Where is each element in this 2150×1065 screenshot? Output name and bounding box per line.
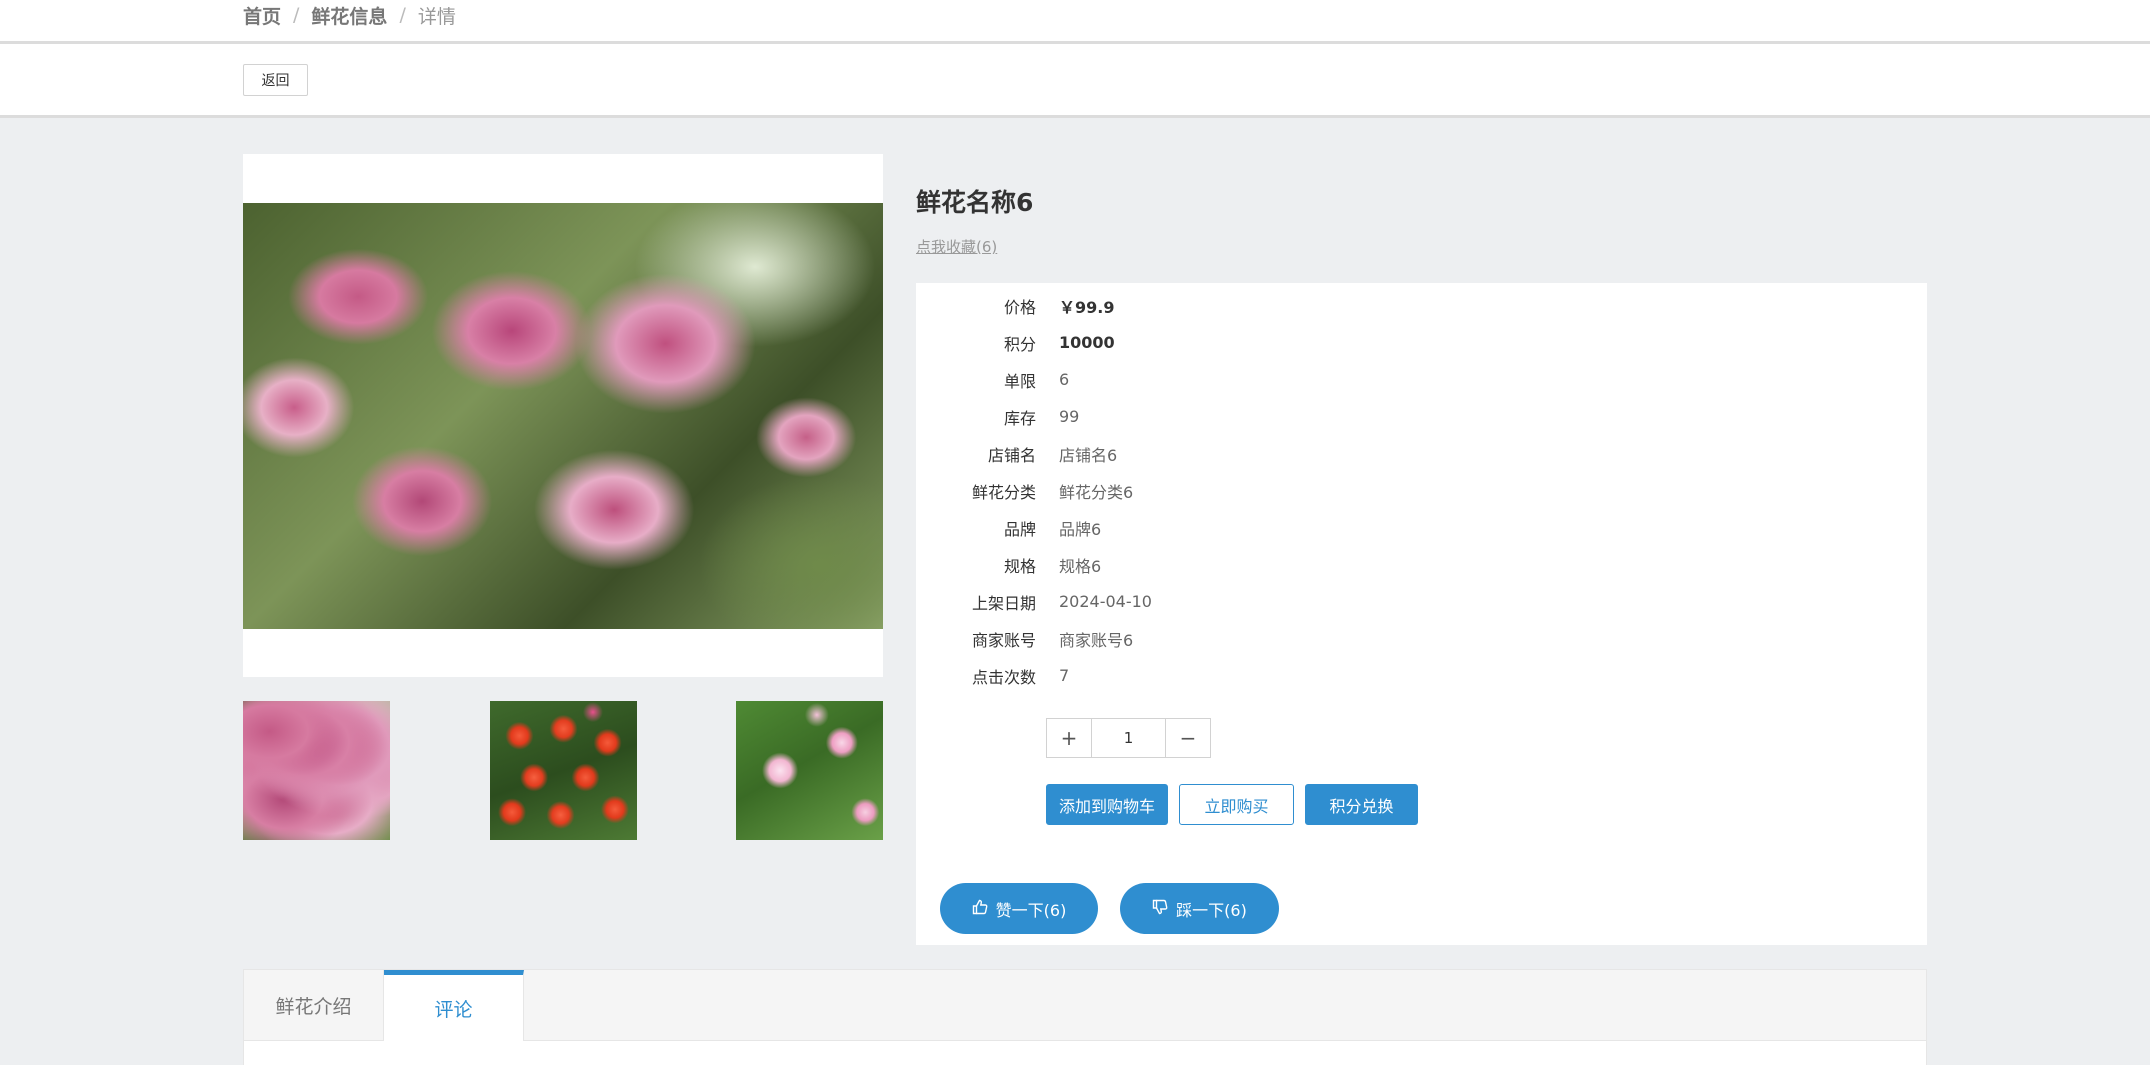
thumbs-down-icon (1152, 899, 1168, 919)
info-value: 2024-04-10 (1059, 592, 1152, 611)
info-value: 店铺名6 (1059, 445, 1118, 465)
info-label: 单限 (1003, 371, 1036, 391)
tab-flower-intro[interactable]: 鲜花介绍 (244, 970, 384, 1041)
info-label: 鲜花分类 (971, 482, 1036, 502)
quantity-input[interactable] (1092, 719, 1165, 757)
buy-now-button[interactable]: 立即购买 (1179, 784, 1294, 825)
favorite-link[interactable]: 点我收藏(6) (916, 236, 997, 257)
info-label: 上架日期 (971, 593, 1036, 613)
thumbnail-2[interactable] (490, 701, 637, 840)
info-value: 品牌6 (1059, 519, 1102, 539)
breadcrumb-current: 详情 (417, 5, 456, 28)
product-title: 鲜花名称6 (916, 188, 1034, 217)
info-label: 积分 (1003, 334, 1036, 354)
tab-content (244, 1041, 1926, 1065)
tab-comments[interactable]: 评论 (384, 970, 524, 1042)
like-label: 赞一下(6) (995, 900, 1067, 920)
info-value: ￥99.9 (1059, 297, 1115, 317)
info-label: 规格 (1003, 556, 1036, 576)
breadcrumb-separator: / (293, 4, 300, 26)
info-value: 鲜花分类6 (1059, 482, 1134, 502)
main-image-frame (243, 154, 883, 677)
thumbs-up-icon (972, 899, 988, 919)
dislike-button[interactable]: 踩一下(6) (1120, 883, 1279, 934)
info-value: 商家账号6 (1059, 630, 1134, 650)
info-label: 价格 (1003, 297, 1036, 317)
thumbnail-1[interactable] (243, 701, 390, 840)
info-value: 规格6 (1059, 556, 1102, 576)
info-label: 店铺名 (987, 445, 1036, 465)
add-to-cart-button[interactable]: 添加到购物车 (1046, 784, 1168, 825)
breadcrumb-section[interactable]: 鲜花信息 (311, 2, 387, 29)
info-value: 99 (1059, 407, 1080, 426)
like-button[interactable]: 赞一下(6) (940, 883, 1098, 934)
action-bar: 返回 (0, 44, 2150, 118)
quantity-decrease-button[interactable]: − (1165, 719, 1210, 757)
quantity-stepper: + − (1046, 718, 1211, 758)
back-button[interactable]: 返回 (243, 64, 308, 96)
quantity-increase-button[interactable]: + (1047, 719, 1092, 757)
info-value: 10000 (1059, 333, 1115, 352)
thumbnail-3[interactable] (736, 701, 883, 840)
breadcrumb-home[interactable]: 首页 (243, 2, 281, 29)
info-label: 品牌 (1003, 519, 1036, 539)
detail-tabs: 鲜花介绍 评论 (243, 969, 1927, 1065)
dislike-label: 踩一下(6) (1176, 900, 1247, 920)
info-value: 7 (1059, 666, 1070, 685)
info-label: 商家账号 (971, 630, 1036, 650)
main-product-image (243, 203, 883, 629)
info-label: 点击次数 (971, 667, 1036, 687)
info-label: 库存 (1003, 408, 1036, 428)
tabs-header: 鲜花介绍 评论 (244, 970, 1926, 1042)
breadcrumb: 首页 / 鲜花信息 / 详情 (243, 0, 456, 30)
breadcrumb-separator: / (399, 4, 406, 26)
top-bar: 首页 / 鲜花信息 / 详情 (0, 0, 2150, 44)
redeem-points-button[interactable]: 积分兑换 (1305, 784, 1418, 825)
product-info-panel: 价格 ￥99.9 积分 10000 单限 6 库存 99 店铺名 店铺名6 鲜花… (916, 283, 1927, 945)
info-value: 6 (1059, 370, 1070, 389)
